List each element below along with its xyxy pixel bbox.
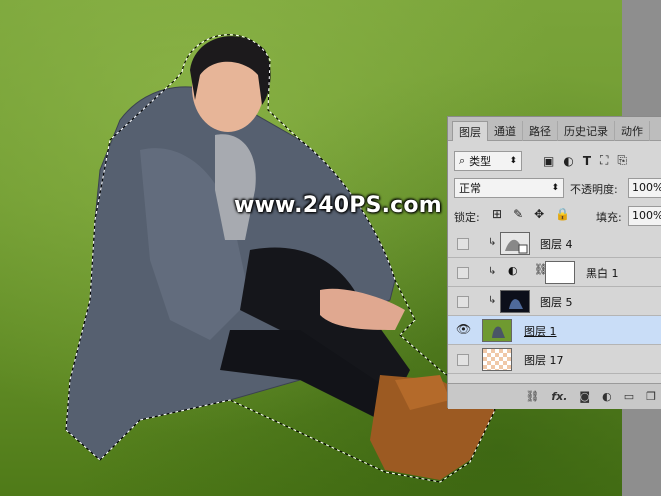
layer-mask-thumbnail — [545, 261, 575, 284]
tab-history[interactable]: 历史记录 — [558, 121, 615, 141]
visibility-toggle[interactable] — [457, 296, 469, 308]
visibility-toggle[interactable] — [457, 238, 469, 250]
clip-arrow-icon: ↳ — [488, 295, 497, 306]
adjustment-icon[interactable]: ◐ — [602, 390, 612, 403]
tab-actions[interactable]: 动作 — [615, 121, 650, 141]
clip-arrow-icon: ↳ — [488, 266, 497, 277]
layers-panel: 图层 通道 路径 历史记录 动作 ⌕ 类型 ⬍ ▣ ◐ T ⛶ ⎘ 正常 ⬍ 不… — [447, 116, 661, 409]
lock-label: 锁定: — [454, 211, 480, 224]
panel-bottom-toolbar: ⛓ fx. ◙ ◐ ▭ ❐ — [448, 383, 661, 409]
layer-row[interactable]: ↳ 图层 4 — [448, 229, 661, 258]
lock-move-icon[interactable]: ✥ — [534, 207, 544, 221]
shape-icon[interactable]: ⛶ — [600, 153, 608, 168]
fill-label: 填充: — [596, 211, 622, 224]
opacity-input[interactable]: 100% — [628, 178, 661, 198]
layer-thumbnail — [500, 290, 530, 313]
smart-object-icon[interactable]: ⎘ — [617, 153, 627, 168]
visibility-toggle[interactable] — [457, 267, 469, 279]
layer-thumbnail — [500, 232, 530, 255]
layer-name[interactable]: 图层 17 — [524, 352, 564, 368]
layer-name[interactable]: 图层 5 — [540, 294, 573, 310]
layer-name[interactable]: 黑白 1 — [586, 265, 619, 281]
chevron-updown-icon: ⬍ — [509, 156, 517, 166]
lock-brush-icon[interactable]: ✎ — [513, 207, 523, 221]
panel-tabs: 图层 通道 路径 历史记录 动作 — [448, 117, 661, 141]
tab-paths[interactable]: 路径 — [523, 121, 558, 141]
eye-icon[interactable]: 👁 — [456, 322, 471, 336]
filter-icons: ▣ ◐ T ⛶ ⎘ — [543, 153, 627, 168]
tab-channels[interactable]: 通道 — [488, 121, 523, 141]
folder-icon[interactable]: ▭ — [624, 390, 634, 403]
link-icon[interactable]: ⛓ — [525, 390, 539, 403]
mask-icon[interactable]: ◙ — [579, 390, 590, 403]
opacity-label: 不透明度: — [570, 183, 618, 196]
search-icon: ⌕ — [459, 154, 466, 167]
chevron-updown-icon: ⬍ — [551, 183, 559, 193]
lock-transparent-icon[interactable]: ⊞ — [492, 207, 502, 221]
text-icon[interactable]: T — [583, 154, 591, 168]
fx-icon[interactable]: fx. — [551, 390, 567, 403]
clip-arrow-icon: ↳ — [488, 237, 497, 248]
watermark-text: www.240PS.com — [234, 193, 442, 218]
layer-row[interactable]: ↳ ◐ ⛓ 黑白 1 — [448, 258, 661, 287]
tab-layers[interactable]: 图层 — [452, 121, 488, 141]
layer-filter-select[interactable]: ⌕ 类型 ⬍ — [454, 151, 522, 171]
adjustment-icon[interactable]: ◐ — [563, 154, 573, 168]
layer-row[interactable]: 图层 17 — [448, 345, 661, 374]
layer-name[interactable]: 图层 1 — [524, 323, 557, 339]
lock-all-icon[interactable]: 🔒 — [555, 207, 570, 221]
blend-mode-value: 正常 — [459, 182, 481, 195]
layer-thumbnail — [482, 319, 512, 342]
adjustment-icon: ◐ — [508, 264, 518, 277]
layer-row-selected[interactable]: 👁 图层 1 — [448, 316, 661, 345]
layer-name[interactable]: 图层 4 — [540, 236, 573, 252]
layer-thumbnail — [482, 348, 512, 371]
blend-mode-select[interactable]: 正常 ⬍ — [454, 178, 564, 198]
filter-select-value: 类型 — [469, 155, 492, 168]
visibility-toggle[interactable] — [457, 354, 469, 366]
image-icon[interactable]: ▣ — [543, 154, 554, 168]
lock-icons: ⊞ ✎ ✥ 🔒 — [492, 207, 570, 221]
new-layer-icon[interactable]: ❐ — [646, 390, 656, 403]
layer-row[interactable]: ↳ 图层 5 — [448, 287, 661, 316]
fill-input[interactable]: 100% — [628, 206, 661, 226]
